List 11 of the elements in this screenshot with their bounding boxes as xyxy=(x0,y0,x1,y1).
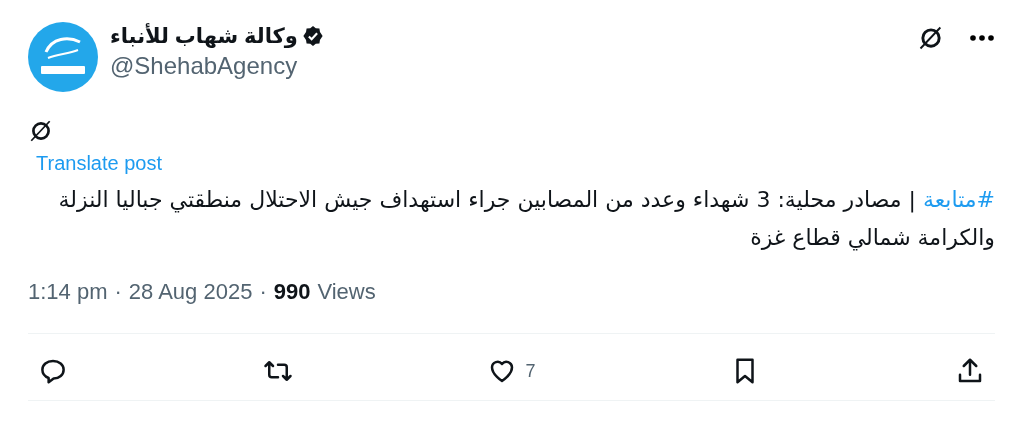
post-time[interactable]: 1:14 pm xyxy=(28,279,108,305)
views-count: 990 xyxy=(273,279,311,305)
post-date[interactable]: 28 Aug 2025 xyxy=(128,279,253,305)
author-name: وكالة شهاب للأنباء xyxy=(110,24,298,48)
post-text: #متابعة | مصادر محلية: 3 شهداء وعدد من المصابين جراء استهداف جيش الاحتلال منطقتي جباليا النزلة والكرامة شمالي قطاع غزة xyxy=(57,186,995,253)
separator-dot: · xyxy=(114,279,122,305)
separator-dot: · xyxy=(259,279,267,305)
more-options-icon[interactable] xyxy=(969,34,995,42)
like-button[interactable]: 7 xyxy=(487,356,536,386)
author-handle: @ShehabAgency xyxy=(110,52,299,80)
views-label: Views xyxy=(317,279,376,305)
